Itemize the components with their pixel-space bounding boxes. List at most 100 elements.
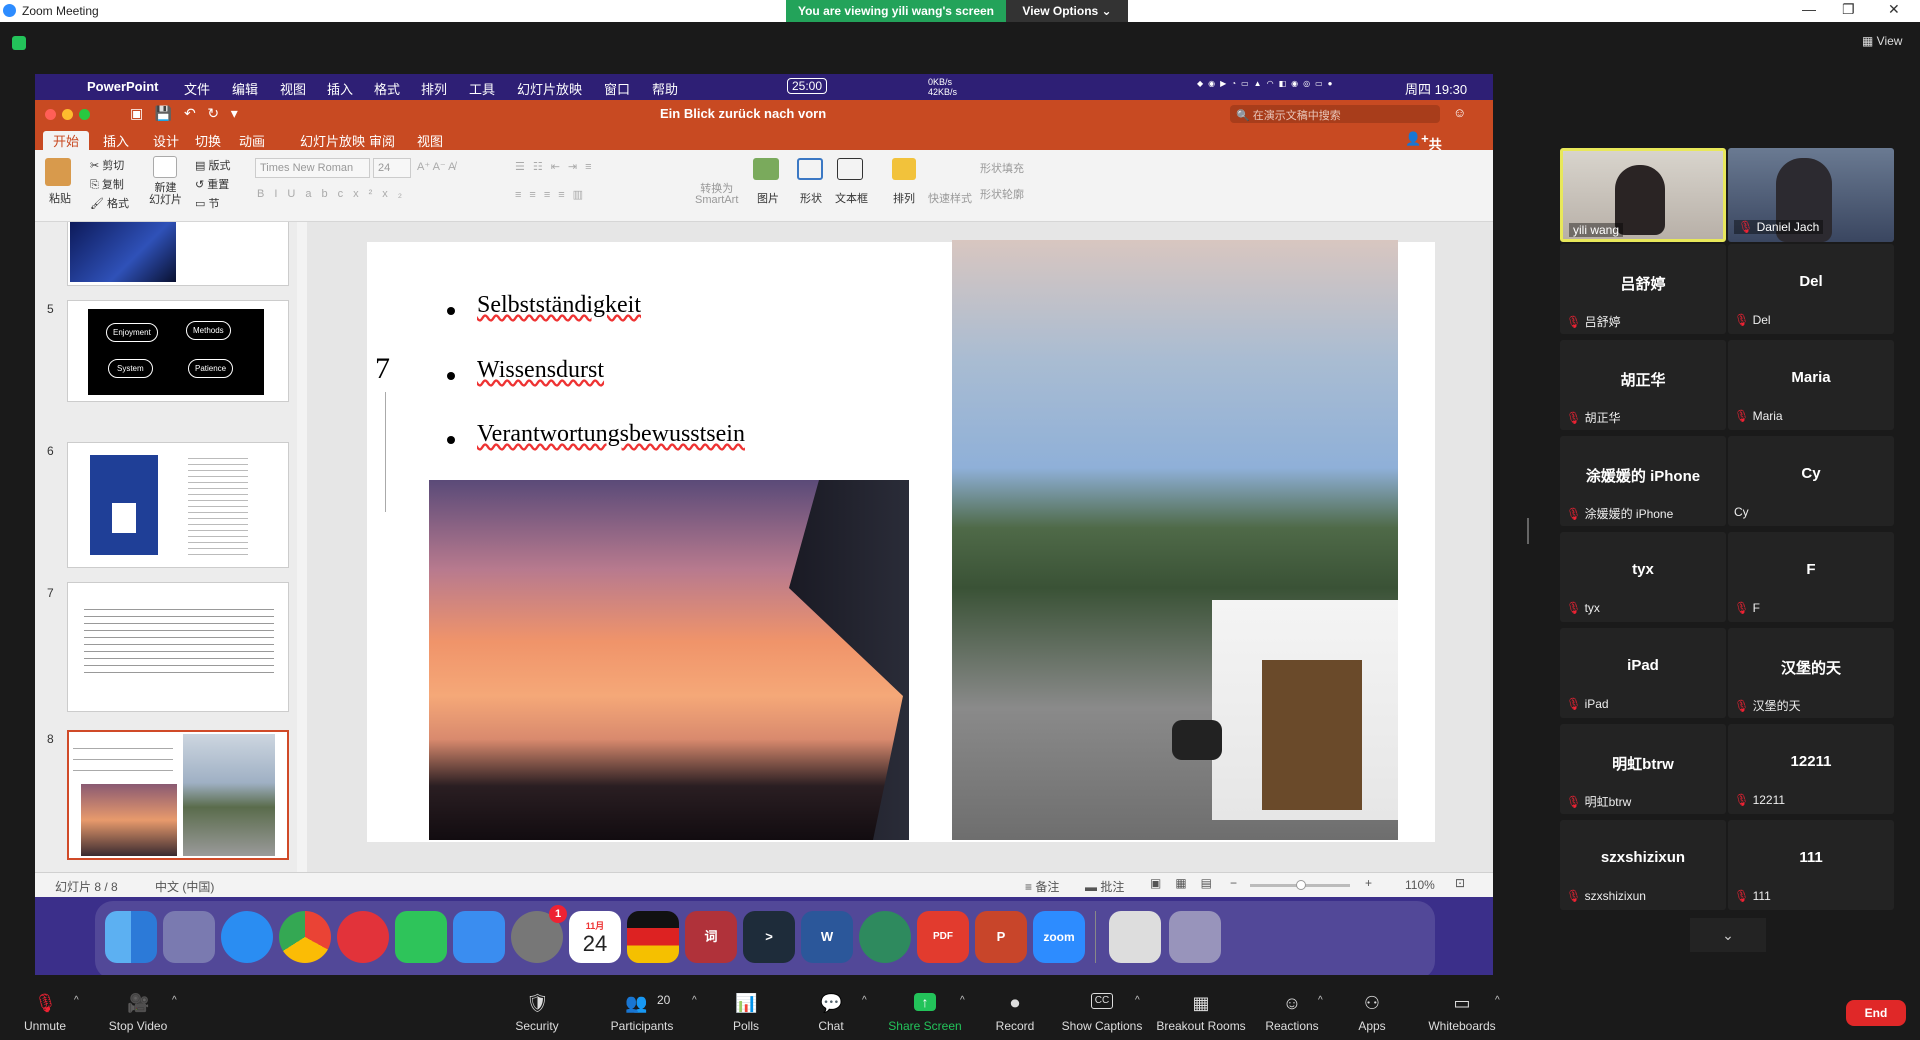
german-flag-app-icon[interactable] xyxy=(627,911,679,963)
bullet-text[interactable]: Selbstständigkeit xyxy=(477,292,641,319)
reactions-chevron-icon[interactable]: ^ xyxy=(1318,995,1323,1006)
shape-fill-label[interactable]: 形状填充 xyxy=(980,160,1024,176)
bullet-text[interactable]: Verantwortungsbewusstsein xyxy=(477,421,745,448)
whiteboards-button[interactable]: ▭ Whiteboards xyxy=(1417,975,1507,1040)
tab-design[interactable]: 设计 xyxy=(153,131,179,150)
menu-item[interactable]: 视图 xyxy=(280,79,306,98)
status-icons[interactable]: ◆◉▶◔▭▲◠◧◉◎▭● xyxy=(1197,79,1337,88)
record-button[interactable]: ⏺ Record xyxy=(970,975,1060,1040)
chat-chevron-icon[interactable]: ^ xyxy=(862,995,867,1006)
share-ppt-button[interactable]: 👤+ 共享 xyxy=(1405,131,1442,171)
cut-button[interactable]: ✂ 剪切 xyxy=(90,157,124,173)
calendar-icon[interactable]: 11月 24 xyxy=(569,911,621,963)
timer-badge[interactable]: 25:00 xyxy=(787,78,828,94)
fit-to-window-icon[interactable]: ⊡ xyxy=(1455,876,1465,890)
arrange-icon[interactable] xyxy=(892,158,916,180)
tab-slideshow[interactable]: 幻灯片放映 xyxy=(300,131,365,150)
minimized-window-icon[interactable] xyxy=(1109,911,1161,963)
search-input[interactable]: 🔍 在演示文稿中搜索 xyxy=(1230,105,1440,123)
bullet-text[interactable]: Wissensdurst xyxy=(477,357,604,384)
view-button[interactable]: ▦ View xyxy=(1862,34,1902,48)
quick-access-icons[interactable]: ▣ 💾 ↶ ↻ ▾ xyxy=(130,105,238,122)
paste-icon[interactable] xyxy=(45,158,71,186)
tab-view[interactable]: 视图 xyxy=(417,131,443,150)
close-icon[interactable]: ✕ xyxy=(1888,1,1900,18)
word-icon[interactable]: W xyxy=(801,911,853,963)
menu-item[interactable]: 文件 xyxy=(184,79,210,98)
participant-tile[interactable]: 汉堡的天 🎙 汉堡的天 xyxy=(1728,628,1894,718)
format-painter-button[interactable]: 🖌 格式 xyxy=(90,195,129,211)
text-format-buttons[interactable]: BIUabcx²x₂ xyxy=(257,188,412,200)
zoom-app-icon[interactable]: zoom xyxy=(1033,911,1085,963)
participant-tile[interactable]: 吕舒婷 🎙 吕舒婷 xyxy=(1560,244,1726,334)
netease-music-icon[interactable] xyxy=(337,911,389,963)
participant-tile[interactable]: Cy Cy xyxy=(1728,436,1894,526)
menubar-clock[interactable]: 周四 19:30 xyxy=(1405,79,1467,98)
tab-animations[interactable]: 动画 xyxy=(239,131,265,150)
picture-icon[interactable] xyxy=(753,158,779,180)
wechat-icon[interactable] xyxy=(395,911,447,963)
restore-icon[interactable]: ❐ xyxy=(1842,1,1855,18)
chrome-icon[interactable] xyxy=(279,911,331,963)
shape-label[interactable]: 形状 xyxy=(800,190,822,206)
breakout-rooms-button[interactable]: ▦ Breakout Rooms xyxy=(1156,975,1246,1040)
participant-tile[interactable]: 胡正华 🎙 胡正华 xyxy=(1560,340,1726,430)
splitter-handle[interactable] xyxy=(1527,518,1529,544)
zoom-window-icon[interactable] xyxy=(79,109,90,120)
qq-icon[interactable] xyxy=(453,911,505,963)
participant-tile[interactable]: tyx 🎙 tyx xyxy=(1560,532,1726,622)
system-settings-icon[interactable]: 1 xyxy=(511,905,567,963)
align-buttons[interactable]: ≡≡≡≡▥ xyxy=(515,188,591,201)
participant-tile[interactable]: 涂媛媛的 iPhone 🎙 涂媛媛的 iPhone xyxy=(1560,436,1726,526)
quick-styles-label[interactable]: 快速样式 xyxy=(928,190,972,206)
paste-label[interactable]: 粘贴 xyxy=(49,190,71,206)
unmute-button[interactable]: 🎙 Unmute xyxy=(0,975,90,1040)
sunset-photo[interactable] xyxy=(429,480,909,840)
font-size-buttons[interactable]: A⁺ A⁻ A̸ xyxy=(417,160,456,173)
view-options-button[interactable]: View Options ⌄ xyxy=(1006,0,1128,22)
stop-video-button[interactable]: 🎥 Stop Video xyxy=(93,975,183,1040)
close-window-icon[interactable] xyxy=(45,109,56,120)
font-family-select[interactable]: Times New Roman xyxy=(255,158,370,178)
picture-label[interactable]: 图片 xyxy=(757,190,779,206)
minimize-window-icon[interactable] xyxy=(62,109,73,120)
participant-tile[interactable]: F 🎙 F xyxy=(1728,532,1894,622)
gallery-scroll-down-button[interactable]: ⌄ xyxy=(1690,918,1766,952)
dictionary-icon[interactable]: 词 xyxy=(685,911,737,963)
menu-item[interactable]: 排列 xyxy=(421,79,447,98)
app-icon[interactable] xyxy=(859,911,911,963)
trash-icon[interactable] xyxy=(1169,911,1221,963)
menu-item[interactable]: 窗口 xyxy=(604,79,630,98)
minimize-icon[interactable]: — xyxy=(1802,1,1816,17)
slide-thumbnail[interactable] xyxy=(67,222,289,286)
menu-item[interactable]: 编辑 xyxy=(232,79,258,98)
menu-item[interactable]: 插入 xyxy=(327,79,353,98)
whiteboards-chevron-icon[interactable]: ^ xyxy=(1495,995,1500,1006)
finder-icon[interactable] xyxy=(105,911,157,963)
reactions-button[interactable]: ☺ Reactions xyxy=(1247,975,1337,1040)
shape-outline-label[interactable]: 形状轮廓 xyxy=(980,186,1024,202)
zoom-out-icon[interactable]: − xyxy=(1230,876,1237,890)
pdf-app-icon[interactable]: PDF xyxy=(917,911,969,963)
textbox-label[interactable]: 文本框 xyxy=(835,190,868,206)
polls-button[interactable]: 📊 Polls xyxy=(701,975,791,1040)
zoom-slider[interactable] xyxy=(1250,880,1350,890)
menu-app-name[interactable]: PowerPoint xyxy=(87,79,159,94)
slide-thumbnail[interactable] xyxy=(67,582,289,712)
notes-button[interactable]: ≡ 备注 xyxy=(1025,878,1059,895)
comments-button[interactable]: ▬ 批注 xyxy=(1085,878,1124,895)
textbox-icon[interactable] xyxy=(837,158,863,180)
participant-tile[interactable]: 明虹btrw 🎙 明虹btrw xyxy=(1560,724,1726,814)
security-button[interactable]: 🛡 Security xyxy=(492,975,582,1040)
slide-thumbnail[interactable] xyxy=(67,442,289,568)
tab-review[interactable]: 审阅 xyxy=(369,131,395,150)
menu-item[interactable]: 格式 xyxy=(374,79,400,98)
participant-video-tile[interactable]: 🎙 Daniel Jach xyxy=(1728,148,1894,242)
shape-icon[interactable] xyxy=(797,158,823,180)
section-button[interactable]: ▭ 节 xyxy=(195,195,219,211)
encryption-shield-icon[interactable] xyxy=(12,36,26,50)
video-options-chevron-icon[interactable]: ^ xyxy=(172,995,177,1006)
share-chevron-icon[interactable]: ^ xyxy=(960,995,965,1006)
slide-thumbnail[interactable]: Enjoyment Methods System Patience xyxy=(67,300,289,402)
share-screen-button[interactable]: ↑ Share Screen xyxy=(880,975,970,1040)
